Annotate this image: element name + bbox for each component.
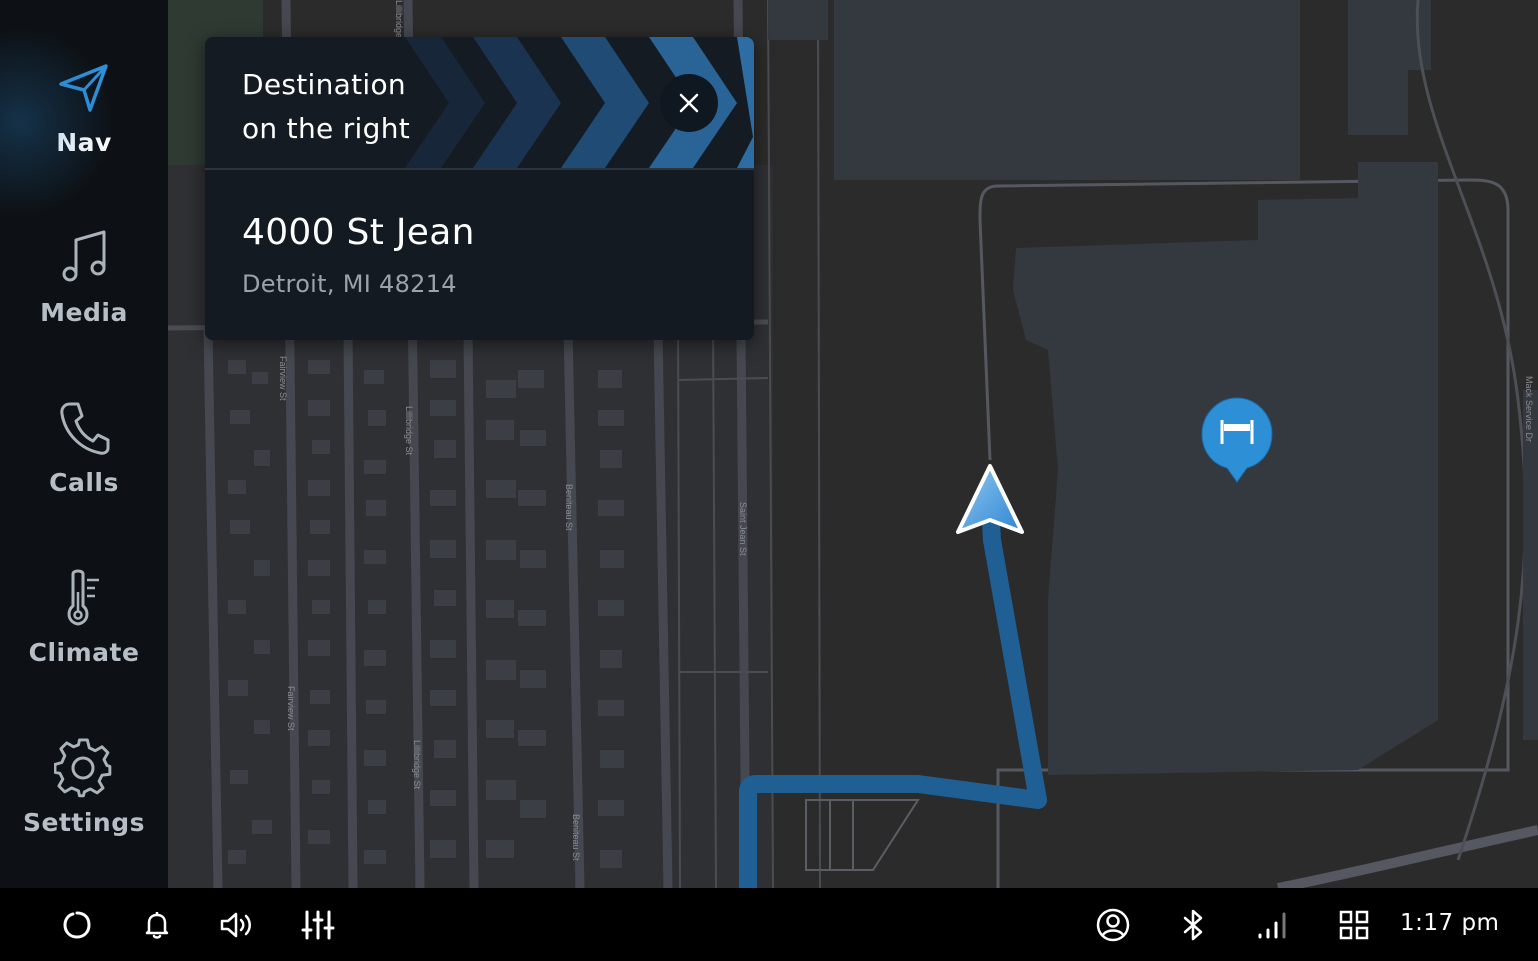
signal-strength-icon [1258, 912, 1286, 939]
clock: 1:17 pm [1400, 910, 1500, 936]
voice-assistant-icon [63, 911, 91, 939]
gear-icon [54, 737, 114, 798]
street-label: Beniteau St [564, 484, 574, 531]
user-profile-icon [1096, 908, 1130, 942]
voice-assistant-button[interactable] [50, 898, 104, 952]
equalizer-icon [301, 910, 335, 940]
sidebar-item-label: Climate [28, 637, 140, 667]
volume-icon [220, 912, 251, 938]
destination-panel[interactable]: 4000 St Jean Detroit, MI 48214 [205, 170, 754, 340]
destination-city: Detroit, MI 48214 [242, 270, 457, 298]
infotainment-screen: Nav Media Calls Climate Settings Fairvie… [0, 0, 1538, 961]
equalizer-button[interactable] [291, 898, 345, 952]
bluetooth-icon [1183, 909, 1203, 941]
street-label: Beniteau St [571, 814, 581, 861]
close-icon [679, 93, 699, 113]
user-profile-button[interactable] [1086, 898, 1140, 952]
apps-button[interactable] [1327, 898, 1381, 952]
sidebar-item-label: Calls [49, 467, 119, 497]
maneuver-panel: Destination on the right [205, 37, 754, 168]
close-button[interactable] [660, 74, 718, 132]
vehicle-position-arrow-icon [954, 462, 1026, 538]
phone-icon [54, 398, 114, 458]
street-label: Lillibridge St [404, 406, 414, 456]
maneuver-line-1: Destination [242, 68, 406, 101]
music-note-icon [54, 228, 114, 288]
navigation-arrow-icon [54, 58, 114, 118]
notifications-button[interactable] [130, 898, 184, 952]
thermometer-icon [54, 568, 114, 628]
maneuver-instruction: Destination on the right [242, 63, 410, 151]
sidebar-item-settings[interactable]: Settings [0, 712, 168, 862]
street-label: Lillibridge St [412, 740, 422, 790]
sidebar: Nav Media Calls Climate Settings [0, 0, 168, 888]
sidebar-item-calls[interactable]: Calls [0, 372, 168, 522]
maneuver-line-2: on the right [242, 112, 411, 145]
street-label: Mack Service Dr [1524, 376, 1534, 442]
sidebar-item-nav[interactable]: Nav [0, 22, 168, 222]
street-label: Saint Jean St [738, 502, 748, 556]
status-bar: 1:17 pm [0, 888, 1538, 961]
sidebar-item-label: Media [40, 297, 128, 327]
apps-grid-icon [1339, 910, 1369, 940]
destination-address: 4000 St Jean [242, 212, 475, 253]
sidebar-item-label: Nav [56, 127, 112, 157]
street-label: Fairview St [286, 686, 296, 731]
destination-marker[interactable] [1200, 396, 1274, 486]
sidebar-item-climate[interactable]: Climate [0, 542, 168, 692]
street-label: Fairview St [278, 356, 288, 401]
sidebar-item-media[interactable]: Media [0, 202, 168, 352]
volume-button[interactable] [210, 898, 264, 952]
signal-strength-indicator [1246, 898, 1300, 952]
bluetooth-button[interactable] [1166, 898, 1220, 952]
navigation-banner: Destination on the right 4000 St Jean De… [205, 37, 754, 340]
sidebar-item-label: Settings [22, 807, 145, 837]
bell-icon [145, 912, 169, 939]
